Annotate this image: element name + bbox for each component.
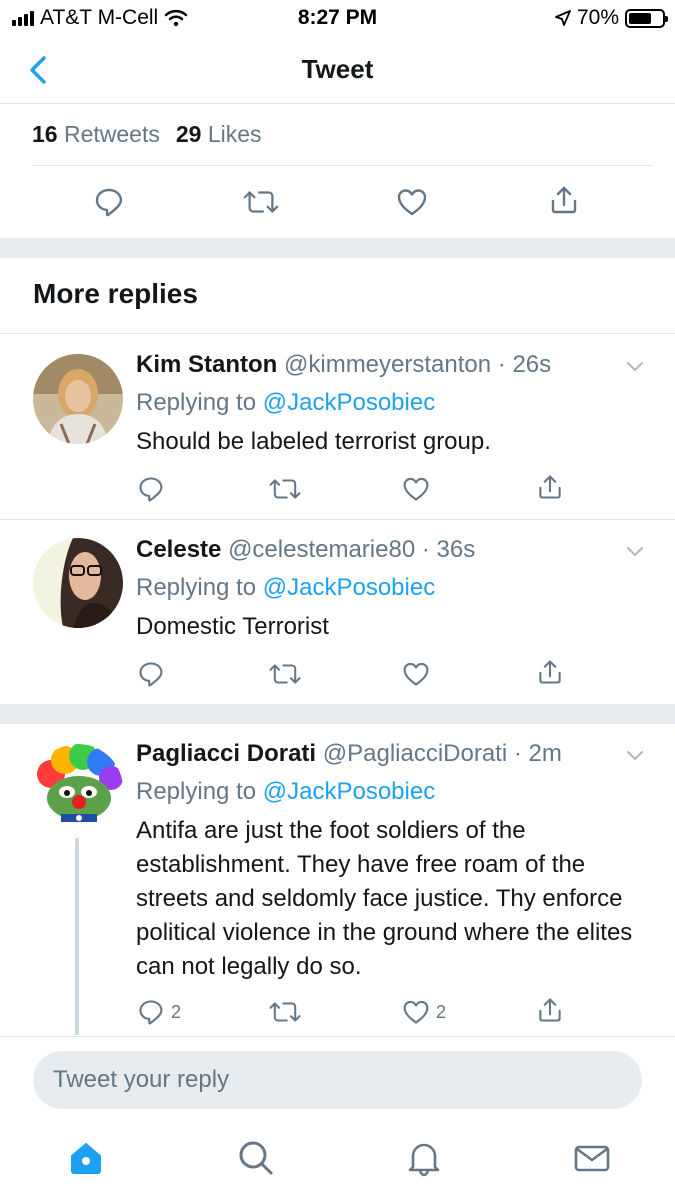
replying-to: Replying to @JackPosobiec <box>136 778 635 806</box>
like-count: 2 <box>436 1001 447 1022</box>
reply-header: Celeste @celestemarie80 · 36s <box>136 536 635 564</box>
replying-label: Replying to <box>136 778 257 805</box>
reply-text: Antifa are just the foot soldiers of the… <box>136 817 633 980</box>
tweet-reply-input[interactable]: Tweet your reply <box>33 1051 642 1109</box>
share-button[interactable] <box>536 473 564 501</box>
like-icon <box>402 475 430 503</box>
share-button[interactable] <box>536 658 564 686</box>
retweet-icon <box>268 660 302 688</box>
section-separator <box>0 238 675 258</box>
replying-to-link[interactable]: @JackPosobiec <box>263 574 435 601</box>
caret-down-icon[interactable] <box>625 359 645 373</box>
replying-to-link[interactable]: @JackPosobiec <box>263 778 435 805</box>
reply-item[interactable]: Celeste @celestemarie80 · 36s Replying t… <box>0 520 675 704</box>
retweet-icon <box>242 186 280 218</box>
retweets-label: Retweets <box>63 121 160 147</box>
reply-author-handle[interactable]: @PagliacciDorati <box>323 740 507 767</box>
avatar[interactable] <box>33 354 123 444</box>
section-title: More replies <box>33 278 198 309</box>
like-icon <box>396 186 428 218</box>
retweets-count: 16 <box>32 121 58 147</box>
like-button[interactable] <box>396 186 428 218</box>
location-icon <box>555 10 571 26</box>
share-icon <box>536 658 564 686</box>
home-icon[interactable] <box>66 1138 106 1178</box>
reply-time: 2m <box>528 740 562 767</box>
notifications-icon[interactable] <box>404 1138 444 1178</box>
likes-stat[interactable]: 29 Likes <box>176 121 262 148</box>
reply-author-name[interactable]: Kim Stanton <box>136 351 277 378</box>
replying-label: Replying to <box>136 389 257 416</box>
retweet-button[interactable] <box>268 998 302 1026</box>
search-icon[interactable] <box>236 1138 276 1178</box>
like-icon <box>402 660 430 688</box>
section-separator <box>0 704 675 724</box>
like-button[interactable]: 2 <box>402 998 446 1026</box>
reply-separator: · <box>421 536 430 563</box>
replying-to-link[interactable]: @JackPosobiec <box>263 389 435 416</box>
nav-header: Tweet <box>0 36 675 104</box>
reply-header: Pagliacci Dorati @PagliacciDorati · 2m <box>136 740 635 768</box>
reply-count: 2 <box>171 1001 182 1022</box>
replying-to: Replying to @JackPosobiec <box>136 574 635 602</box>
caret-down-icon[interactable] <box>625 748 645 762</box>
retweet-icon <box>268 475 302 503</box>
share-icon <box>536 996 564 1024</box>
retweet-button[interactable] <box>268 660 302 688</box>
reply-item[interactable]: Kim Stanton @kimmeyerstanton · 26s Reply… <box>0 335 675 519</box>
likes-label: Likes <box>207 121 262 147</box>
retweets-stat[interactable]: 16 Retweets <box>32 121 160 148</box>
reply-separator: · <box>497 351 506 378</box>
reply-composer: Tweet your reply <box>0 1036 675 1124</box>
like-button[interactable] <box>402 660 430 688</box>
reply-icon <box>137 660 165 688</box>
avatar[interactable] <box>33 538 123 628</box>
avatar[interactable] <box>33 744 123 834</box>
reply-time: 36s <box>436 536 476 563</box>
reply-button[interactable] <box>93 186 125 218</box>
caret-down-icon[interactable] <box>625 544 645 558</box>
page-title: Tweet <box>301 54 374 84</box>
reply-icon <box>137 998 165 1026</box>
tweet-actions <box>0 166 675 238</box>
reply-header: Kim Stanton @kimmeyerstanton · 26s <box>136 351 635 379</box>
reply-text: Domestic Terrorist <box>136 613 329 640</box>
share-icon <box>536 473 564 501</box>
reply-item[interactable]: Pagliacci Dorati @PagliacciDorati · 2m R… <box>0 724 675 1036</box>
like-button[interactable] <box>402 475 430 503</box>
reply-button[interactable] <box>137 660 165 688</box>
status-right: 70% <box>555 6 668 30</box>
reply-separator: · <box>513 740 522 767</box>
replying-to: Replying to @JackPosobiec <box>136 389 635 417</box>
reply-author-name[interactable]: Celeste <box>136 536 221 563</box>
like-icon <box>402 998 430 1026</box>
retweet-icon <box>268 998 302 1026</box>
status-bar: AT&T M-Cell 8:27 PM 70% <box>0 0 675 36</box>
share-button[interactable] <box>548 184 580 216</box>
reply-button[interactable]: 2 <box>137 998 181 1026</box>
reply-text: Should be labeled terrorist group. <box>136 428 491 455</box>
replying-label: Replying to <box>136 574 257 601</box>
tweet-stats: 16 Retweets 29 Likes <box>32 104 653 166</box>
retweet-button[interactable] <box>268 475 302 503</box>
reply-time: 26s <box>512 351 552 378</box>
reply-icon <box>137 475 165 503</box>
battery-percent: 70% <box>576 6 619 29</box>
tab-bar <box>0 1124 675 1200</box>
likes-count: 29 <box>175 121 202 147</box>
reply-author-handle[interactable]: @kimmeyerstanton <box>284 351 491 378</box>
reply-button[interactable] <box>137 475 165 503</box>
battery-icon <box>625 8 668 28</box>
reply-author-handle[interactable]: @celestemarie80 <box>228 536 415 563</box>
more-replies-header: More replies <box>0 258 675 334</box>
share-icon <box>548 184 580 216</box>
reply-author-name[interactable]: Pagliacci Dorati <box>136 740 316 767</box>
messages-icon[interactable] <box>572 1138 612 1178</box>
share-button[interactable] <box>536 996 564 1024</box>
retweet-button[interactable] <box>242 186 280 218</box>
reply-icon <box>93 186 125 218</box>
thread-line <box>75 838 79 1035</box>
